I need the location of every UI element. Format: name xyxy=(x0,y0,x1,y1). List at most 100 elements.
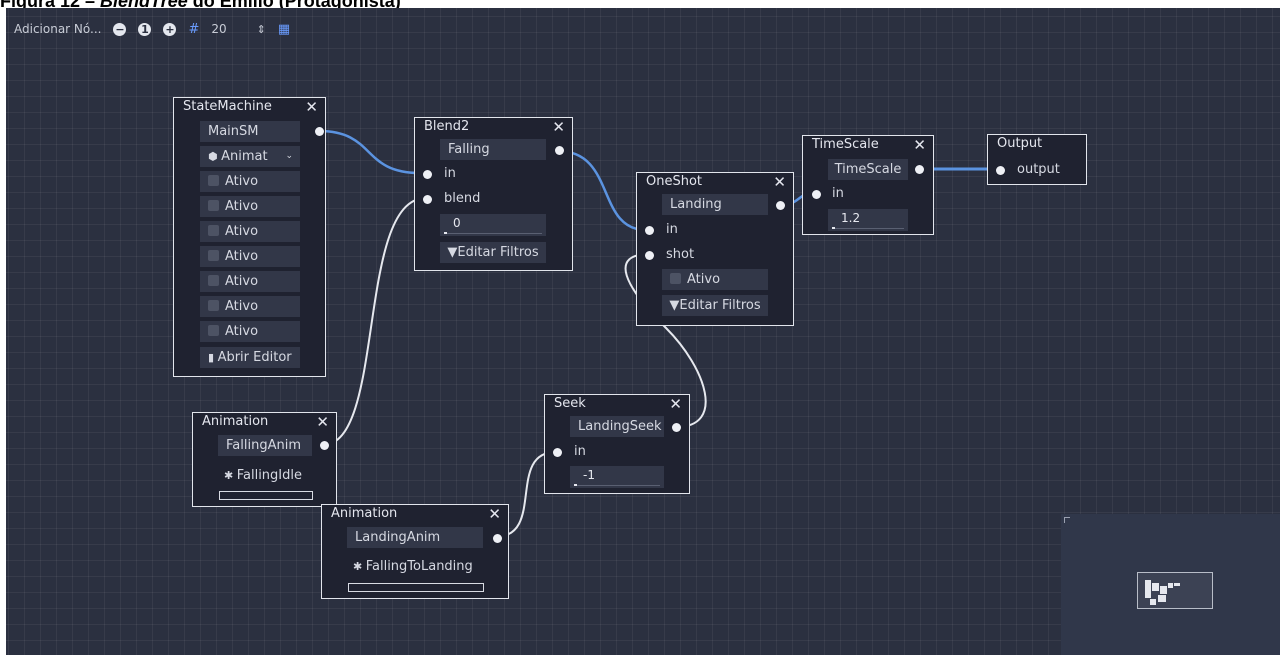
animation-name[interactable]: ✱ FallingIdle xyxy=(224,468,302,483)
animation-progress xyxy=(348,583,484,592)
edit-filters-button[interactable]: ▼Editar Filtros xyxy=(662,295,768,316)
animation-name[interactable]: ✱ FallingToLanding xyxy=(353,559,473,574)
animation-name-label: FallingIdle xyxy=(236,468,302,483)
output-name-field[interactable]: MainSM xyxy=(200,121,300,142)
checkbox[interactable] xyxy=(670,273,681,284)
active-label: Ativo xyxy=(687,272,721,287)
open-editor-button[interactable]: ▮ Abrir Editor xyxy=(200,347,300,368)
in-port[interactable] xyxy=(812,190,821,199)
graph-editor[interactable]: Adicionar Nó... − 1 + # 20 ⇕ ▦ StateMach… xyxy=(6,8,1280,655)
blend2-node[interactable]: Blend2 ✕ Falling in blend 0 ▼Editar Filt… xyxy=(414,117,573,271)
edit-filters-label: Editar Filtros xyxy=(679,298,761,313)
output-port[interactable] xyxy=(555,146,564,155)
spinbox-arrows-icon[interactable]: ⇕ xyxy=(257,23,266,36)
node-title: Output xyxy=(997,136,1043,151)
blend-amount-spinbox[interactable]: 0 xyxy=(440,214,546,236)
active-label: Ativo xyxy=(225,299,259,314)
active-toggle[interactable]: Ativo xyxy=(200,271,300,292)
node-title: Blend2 xyxy=(424,119,470,134)
graph-minimap[interactable] xyxy=(1061,514,1280,655)
oneshot-node[interactable]: OneShot ✕ Landing in shot Ativo ▼Editar … xyxy=(636,172,794,326)
add-node-button[interactable]: Adicionar Nó... xyxy=(14,22,101,36)
caption-prefix: Figura 12 – xyxy=(0,0,100,8)
output-name-field[interactable]: Landing xyxy=(662,194,768,215)
active-toggle[interactable]: Ativo xyxy=(200,246,300,267)
checkbox[interactable] xyxy=(208,325,219,336)
animation-icon: ⬢ xyxy=(208,150,222,163)
in-port[interactable] xyxy=(423,170,432,179)
blend-port-label: blend xyxy=(444,191,481,206)
active-toggle[interactable]: Ativo xyxy=(200,221,300,242)
active-toggle[interactable]: Ativo xyxy=(200,196,300,217)
in-port[interactable] xyxy=(645,226,654,235)
checkbox[interactable] xyxy=(208,175,219,186)
animation-name-label: FallingToLanding xyxy=(365,559,473,574)
timescale-value: 1.2 xyxy=(841,211,861,225)
zoom-out-icon[interactable]: − xyxy=(113,22,127,36)
checkbox[interactable] xyxy=(208,225,219,236)
active-toggle[interactable]: Ativo xyxy=(200,321,300,342)
checkbox[interactable] xyxy=(208,200,219,211)
seek-node[interactable]: Seek ✕ LandingSeek in -1 xyxy=(544,394,690,494)
blend-port[interactable] xyxy=(423,195,432,204)
close-icon[interactable]: ✕ xyxy=(669,395,682,413)
statemachine-node[interactable]: StateMachine ✕ MainSM ⬢ Animat ⌄ Ativo At… xyxy=(173,97,326,377)
close-icon[interactable]: ✕ xyxy=(316,413,329,431)
output-port[interactable] xyxy=(320,441,329,450)
output-name-field[interactable]: TimeScale xyxy=(828,159,908,180)
active-label: Ativo xyxy=(225,174,259,189)
active-toggle[interactable]: Ativo xyxy=(662,269,768,290)
animation-progress xyxy=(219,491,313,500)
shot-port-label: shot xyxy=(666,247,695,262)
node-title: TimeScale xyxy=(812,137,879,152)
blend-amount-value: 0 xyxy=(453,216,461,230)
close-icon[interactable]: ✕ xyxy=(552,118,565,136)
layout-icon[interactable]: ▦ xyxy=(278,22,290,37)
output-port[interactable] xyxy=(776,201,785,210)
output-input-port[interactable] xyxy=(996,166,1005,175)
snap-grid-icon[interactable]: # xyxy=(188,22,199,37)
in-port[interactable] xyxy=(553,448,562,457)
checkbox[interactable] xyxy=(208,300,219,311)
output-port[interactable] xyxy=(672,423,681,432)
timescale-node[interactable]: TimeScale ✕ TimeScale in 1.2 xyxy=(802,135,934,235)
animation-select[interactable]: ⬢ Animat ⌄ xyxy=(200,146,300,167)
close-icon[interactable]: ✕ xyxy=(913,136,926,154)
active-label: Ativo xyxy=(225,249,259,264)
node-title: StateMachine xyxy=(183,99,272,114)
minimap-viewport[interactable] xyxy=(1137,572,1213,609)
zoom-in-icon[interactable]: + xyxy=(163,22,177,36)
checkbox[interactable] xyxy=(208,275,219,286)
resize-handle-icon[interactable] xyxy=(1064,517,1070,523)
connection-mainsm-blend2-in xyxy=(318,129,421,175)
output-name-field[interactable]: LandingAnim xyxy=(347,527,483,548)
output-name-field[interactable]: FallingAnim xyxy=(218,435,312,456)
output-name-field[interactable]: Falling xyxy=(440,139,546,160)
timescale-spinbox[interactable]: 1.2 xyxy=(828,209,908,231)
edit-filters-button[interactable]: ▼Editar Filtros xyxy=(440,242,546,263)
active-toggle[interactable]: Ativo xyxy=(200,171,300,192)
chevron-down-icon: ⌄ xyxy=(285,151,293,161)
output-name-field[interactable]: LandingSeek xyxy=(570,416,664,437)
animation-icon: ✱ xyxy=(353,560,366,573)
output-node[interactable]: Output output xyxy=(987,134,1087,185)
zoom-reset-icon[interactable]: 1 xyxy=(138,22,152,36)
shot-port[interactable] xyxy=(645,251,654,260)
edit-filters-label: Editar Filtros xyxy=(457,245,539,260)
animation-select-label: Animat xyxy=(221,149,268,164)
seek-position-spinbox[interactable]: -1 xyxy=(570,466,664,488)
output-port[interactable] xyxy=(915,165,924,174)
active-toggle[interactable]: Ativo xyxy=(200,296,300,317)
output-port[interactable] xyxy=(493,534,502,543)
checkbox[interactable] xyxy=(208,250,219,261)
close-icon[interactable]: ✕ xyxy=(488,505,501,523)
close-icon[interactable]: ✕ xyxy=(773,173,786,191)
animation-node-landing[interactable]: Animation ✕ LandingAnim ✱ FallingToLandi… xyxy=(321,504,509,599)
animation-node-falling[interactable]: Animation ✕ FallingAnim ✱ FallingIdle xyxy=(192,412,337,507)
output-port-label: output xyxy=(1017,162,1060,177)
snap-step-value[interactable]: 20 xyxy=(211,22,226,36)
output-port[interactable] xyxy=(315,127,324,136)
node-title: Animation xyxy=(202,414,269,429)
node-title: Animation xyxy=(331,506,398,521)
close-icon[interactable]: ✕ xyxy=(305,98,318,116)
